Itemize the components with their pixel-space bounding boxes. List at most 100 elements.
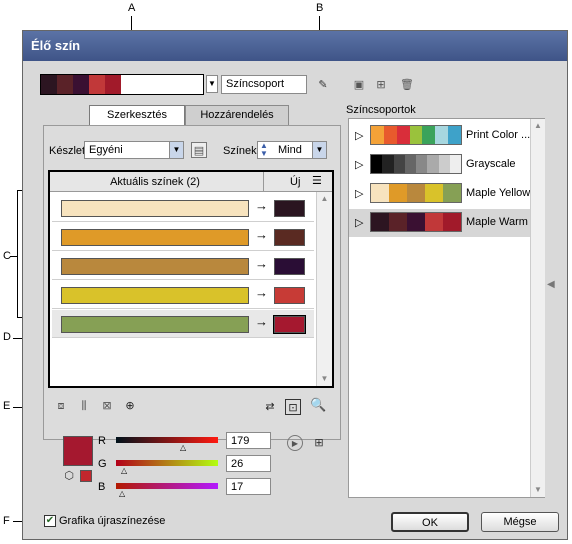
eyedropper-icon[interactable]: ✎ <box>315 77 331 93</box>
new-row-icon[interactable]: ⊕ <box>122 398 138 414</box>
scroll-up-icon[interactable]: ▲ <box>531 119 545 133</box>
save-group-icon[interactable]: ▣ <box>351 77 367 93</box>
separate-colors-icon[interactable]: ⫼ <box>76 398 92 414</box>
b-value-input[interactable]: 17 <box>226 478 271 495</box>
col-new-header: Új <box>290 176 301 188</box>
tab-edit[interactable]: Szerkesztés <box>89 105 185 125</box>
color-group-row[interactable]: ▷ Maple Warm <box>349 209 530 237</box>
group-name-input[interactable]: Színcsoport <box>221 75 307 94</box>
swatch <box>105 75 121 94</box>
r-slider[interactable] <box>116 437 218 443</box>
tab-assign[interactable]: Hozzárendelés <box>185 105 289 125</box>
groups-scrollbar[interactable]: ▲ ▼ <box>530 119 545 497</box>
find-color-icon[interactable]: 🔍 <box>310 397 326 413</box>
arrow-icon[interactable]: → <box>255 314 268 329</box>
color-group-row[interactable]: ▷ Maple Yellow <box>349 180 530 208</box>
expand-triangle-icon[interactable]: ▷ <box>355 158 363 171</box>
g-value-input[interactable]: 26 <box>226 455 271 472</box>
new-color-swatch[interactable] <box>274 229 305 246</box>
new-color-swatch[interactable] <box>274 200 305 217</box>
swatch <box>382 155 394 173</box>
table-row[interactable]: → <box>52 194 314 222</box>
web-safe-swatch[interactable] <box>80 470 92 482</box>
color-group-row[interactable]: ▷ Grayscale <box>349 151 530 179</box>
gamut-cube-icon[interactable]: ⬡ <box>61 468 77 484</box>
table-scrollbar[interactable]: ▲ ▼ <box>316 192 332 386</box>
current-color-bar[interactable] <box>61 258 249 275</box>
shade-tint-icon[interactable]: ⊡ <box>285 399 301 415</box>
swatch-library-icon[interactable]: ⊞ <box>311 435 327 451</box>
groups-title: Színcsoportok <box>346 104 416 116</box>
swatch <box>57 75 73 94</box>
swatch <box>371 213 389 231</box>
expand-triangle-icon[interactable]: ▷ <box>355 216 363 229</box>
current-color-bar[interactable] <box>61 229 249 246</box>
table-row[interactable]: → <box>52 281 314 309</box>
callout-c-mid <box>10 256 17 257</box>
callout-f: F <box>3 515 10 527</box>
colors-select[interactable]: ▲ ▼ Mind ▼ <box>257 141 327 159</box>
swatch <box>422 126 436 144</box>
preset-select[interactable]: Egyéni ▼ <box>84 141 184 159</box>
b-slider[interactable] <box>116 483 218 489</box>
ok-button[interactable]: OK <box>391 512 469 532</box>
swatch <box>41 75 57 94</box>
table-menu-icon[interactable]: ☰ <box>312 174 322 187</box>
colors-label: Színek: <box>223 145 260 157</box>
collapse-panel-icon[interactable]: ◀ <box>547 279 557 299</box>
swatch-dropdown-button[interactable]: ▼ <box>206 75 218 93</box>
recolor-checkbox[interactable]: ✔ <box>44 515 56 527</box>
new-color-swatch[interactable] <box>274 287 305 304</box>
current-color-bar[interactable] <box>61 316 249 333</box>
cancel-button[interactable]: Mégse <box>481 512 559 532</box>
swatch <box>89 75 105 94</box>
arrow-icon[interactable]: → <box>255 256 268 271</box>
current-group-swatches[interactable] <box>40 74 204 95</box>
b-label: B <box>98 481 106 493</box>
preset-options-icon[interactable]: ▤ <box>191 142 207 158</box>
group-name: Print Color ... <box>466 129 531 141</box>
group-swatch-strip <box>370 154 462 174</box>
col-current-header: Aktuális színek (2) <box>110 176 200 188</box>
chevron-down-icon: ▼ <box>169 142 183 158</box>
table-row[interactable]: → <box>52 223 314 251</box>
table-header: Aktuális színek (2) Új ☰ <box>50 172 332 192</box>
new-color-swatch[interactable] <box>274 258 305 275</box>
selected-color-swatch[interactable] <box>63 436 93 466</box>
current-color-bar[interactable] <box>61 200 249 217</box>
stepper-icon[interactable]: ▲ ▼ <box>260 142 268 158</box>
g-slider-thumb[interactable]: △ <box>121 467 127 475</box>
b-slider-thumb[interactable]: △ <box>119 490 125 498</box>
scroll-down-icon[interactable]: ▼ <box>531 483 545 497</box>
table-row[interactable]: → <box>52 252 314 280</box>
table-row[interactable]: → <box>52 310 314 338</box>
expand-triangle-icon[interactable]: ▷ <box>355 187 363 200</box>
color-groups-list: ▷ Print Color ... ▷ Grayscale ▷ Maple Yellow ▷… <box>348 118 545 498</box>
group-swatch-strip <box>370 212 462 232</box>
scroll-down-icon[interactable]: ▼ <box>317 372 332 386</box>
arrow-icon[interactable]: → <box>255 285 268 300</box>
recolor-label: Grafika újraszínezése <box>59 515 166 527</box>
g-label: G <box>98 458 107 470</box>
new-group-icon[interactable]: ⊞ <box>373 77 389 93</box>
r-slider-thumb[interactable]: △ <box>180 444 186 452</box>
merge-colors-icon[interactable]: ⧈ <box>53 398 69 414</box>
colors-value: Mind <box>278 144 302 156</box>
swatch <box>448 126 462 144</box>
arrow-icon[interactable]: → <box>255 227 268 242</box>
group-swatch-strip <box>370 125 462 145</box>
g-slider[interactable] <box>116 460 218 466</box>
arrow-icon[interactable]: → <box>255 198 268 213</box>
color-group-row[interactable]: ▷ Print Color ... <box>349 122 530 150</box>
swatch <box>396 126 410 144</box>
exclude-colors-icon[interactable]: ⊠ <box>99 398 115 414</box>
r-value-input[interactable]: 179 <box>226 432 271 449</box>
delete-group-icon[interactable]: 🗑 <box>399 77 415 93</box>
current-color-bar[interactable] <box>61 287 249 304</box>
scroll-up-icon[interactable]: ▲ <box>317 192 332 206</box>
randomize-order-icon[interactable]: ⇄ <box>262 399 278 415</box>
expand-triangle-icon[interactable]: ▷ <box>355 129 363 142</box>
new-color-swatch[interactable] <box>273 315 306 334</box>
color-mode-menu-icon[interactable]: ▶ <box>287 435 303 451</box>
swatch <box>73 75 89 94</box>
